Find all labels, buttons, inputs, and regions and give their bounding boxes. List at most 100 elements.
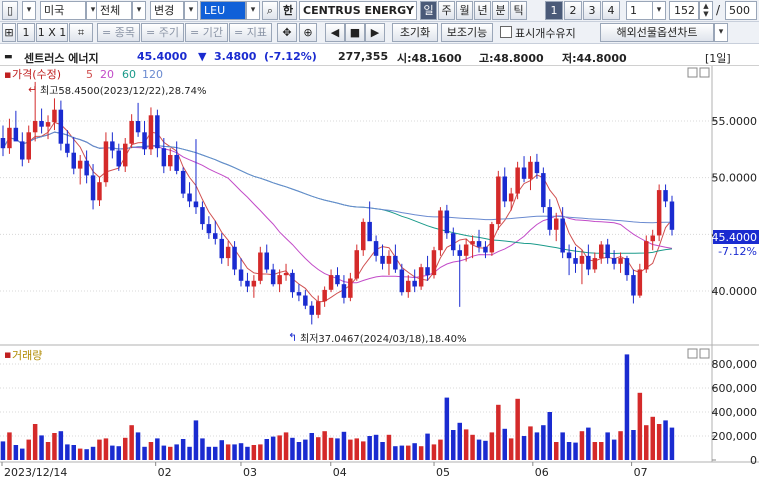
show-count-checkbox[interactable] xyxy=(500,26,512,38)
candle-body xyxy=(161,148,167,167)
panel-minimize-icon[interactable] xyxy=(687,67,698,78)
stock-chart[interactable]: ▪ 가격(수정) 5 20 60 120 ↵ 최고58.4500(2023/12… xyxy=(0,66,759,480)
period-tab-4[interactable]: 년 xyxy=(474,1,491,20)
ma60-legend: 60 xyxy=(122,68,136,81)
ma120-legend: 120 xyxy=(142,68,163,81)
volume-bar xyxy=(322,431,327,460)
volume-bar xyxy=(71,445,76,460)
period-tab-2[interactable]: 주 xyxy=(438,1,455,20)
current-price: 45.4000 xyxy=(137,50,188,63)
page-button-1[interactable]: 1 xyxy=(545,1,563,20)
chevron-down-icon[interactable]: ▾ xyxy=(132,1,146,20)
panel-minimize-icon[interactable] xyxy=(687,348,698,359)
volume-value: 277,355 xyxy=(338,50,389,63)
korean-name-toggle[interactable]: 한 xyxy=(279,1,297,20)
volume-bar xyxy=(393,446,398,460)
volume-bar xyxy=(656,424,662,460)
candle-body xyxy=(483,246,488,253)
panel-close-icon[interactable] xyxy=(699,348,710,359)
candle-body xyxy=(412,280,417,287)
market-dropdown-icon[interactable]: ▾ xyxy=(22,1,36,20)
aux-function-button[interactable]: 보조기능 xyxy=(441,23,493,42)
volume-tick-label: 800,000 xyxy=(712,358,758,371)
layout-toggle-button[interactable]: ⌗ xyxy=(69,23,93,42)
layout-1-button[interactable]: 1 xyxy=(17,23,35,42)
step-forward-icon[interactable]: ▶ xyxy=(365,23,385,42)
volume-bar xyxy=(13,445,19,460)
candle-body xyxy=(206,224,212,234)
expand-icon[interactable]: ▬ xyxy=(4,52,13,62)
candle-body xyxy=(213,233,218,239)
candle-body xyxy=(406,280,411,293)
chevron-down-icon[interactable]: ▾ xyxy=(652,1,666,20)
candle-body xyxy=(52,109,57,123)
candle-body xyxy=(669,201,675,230)
candle-body xyxy=(508,193,514,202)
candle-body xyxy=(611,258,617,264)
zoom-icon[interactable]: ⊕ xyxy=(299,23,317,42)
volume-tick-label: 200,000 xyxy=(712,430,758,443)
indicator-slot-1[interactable]: = 종목 xyxy=(97,23,140,42)
indicator-slot-4[interactable]: = 지표 xyxy=(229,23,272,42)
stepper-icon[interactable]: ▲ ▼ xyxy=(699,1,713,20)
search-icon[interactable]: ⌕ xyxy=(262,1,278,20)
futures-options-chart-button[interactable]: 해외선물옵션차트 xyxy=(600,23,714,42)
indicator-slot-2[interactable]: = 주기 xyxy=(141,23,184,42)
candle-body xyxy=(309,305,314,315)
volume-bar xyxy=(605,432,610,460)
volume-legend-marker: ▪ xyxy=(4,348,11,361)
ticker-input[interactable]: LEU xyxy=(200,1,246,20)
volume-bar xyxy=(238,443,244,460)
candle-body xyxy=(219,238,224,259)
candle-body xyxy=(438,210,443,251)
market-select[interactable]: 미국 xyxy=(40,1,86,20)
ma20-legend: 20 xyxy=(100,68,114,81)
category-select[interactable]: 전체 xyxy=(96,1,132,20)
chevron-down-icon[interactable]: ▾ xyxy=(246,1,260,20)
period-tab-6[interactable]: 틱 xyxy=(510,1,527,20)
candle-body xyxy=(373,241,379,256)
reset-button[interactable]: 초기화 xyxy=(392,23,438,42)
grid-layout-icon[interactable]: ⊞ xyxy=(2,23,16,42)
volume-bar xyxy=(586,427,591,460)
volume-bar xyxy=(637,392,643,460)
interval-select[interactable]: 1 xyxy=(626,1,654,20)
candle-body xyxy=(348,278,353,298)
page-button-4[interactable]: 4 xyxy=(602,1,620,20)
stop-icon[interactable]: ■ xyxy=(345,23,365,42)
period-tab-5[interactable]: 분 xyxy=(492,1,509,20)
chevron-down-icon[interactable]: ▾ xyxy=(714,23,728,42)
mode-select[interactable]: 변경 xyxy=(150,1,184,20)
price-tick-label: 40.0000 xyxy=(712,285,758,298)
count-input[interactable]: 152 xyxy=(669,1,699,20)
candle-body xyxy=(135,121,141,133)
candle-body xyxy=(534,161,540,174)
step-back-icon[interactable]: ◀ xyxy=(325,23,345,42)
volume-bar xyxy=(290,437,295,460)
chevron-down-icon[interactable]: ▾ xyxy=(184,1,198,20)
high-marker-arrow-icon: ↵ xyxy=(28,83,37,96)
indicator-slot-3[interactable]: = 기간 xyxy=(185,23,228,42)
layout-1x1-button[interactable]: 1 X 1 xyxy=(36,23,68,42)
volume-bar xyxy=(110,445,115,460)
period-tab-1[interactable]: 일 xyxy=(420,1,437,20)
page-button-3[interactable]: 3 xyxy=(583,1,601,20)
volume-bar xyxy=(26,439,31,460)
candle-body xyxy=(386,255,392,264)
volume-bar xyxy=(431,444,437,460)
low-price: 저:44.8000 xyxy=(562,52,627,65)
period-tab-3[interactable]: 월 xyxy=(456,1,473,20)
candle-body xyxy=(599,244,604,259)
move-icon[interactable]: ✥ xyxy=(277,23,297,42)
candle-body xyxy=(238,269,244,281)
volume-bar xyxy=(161,445,167,460)
window-menu-button[interactable]: ▯ xyxy=(2,1,18,20)
candle-body xyxy=(283,272,289,276)
panel-close-icon[interactable] xyxy=(699,67,710,78)
volume-bar xyxy=(483,440,488,460)
volume-bar xyxy=(566,442,572,460)
volume-bar xyxy=(534,432,540,460)
candle-body xyxy=(58,109,64,144)
page-button-2[interactable]: 2 xyxy=(564,1,582,20)
current-price-tag-label: 45.4000 xyxy=(712,231,758,244)
